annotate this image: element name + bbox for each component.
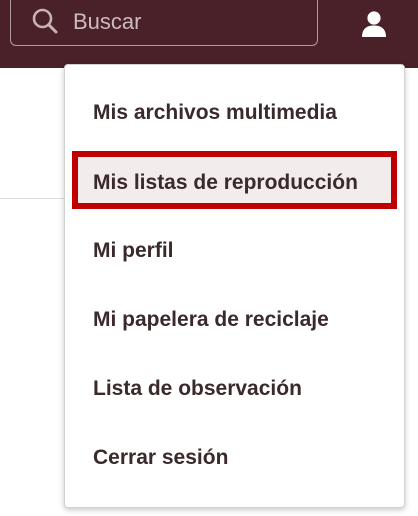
menu-item-recycle-bin[interactable]: Mi papelera de reciclaje (93, 300, 329, 340)
search-box[interactable] (10, 0, 318, 46)
menu-item-my-profile[interactable]: Mi perfil (93, 231, 174, 271)
user-icon[interactable] (361, 10, 387, 38)
content-divider (0, 198, 66, 199)
menu-item-watchlist[interactable]: Lista de observación (93, 369, 302, 409)
menu-item-my-playlists[interactable]: Mis listas de reproducción (93, 163, 358, 203)
user-menu-button[interactable] (356, 4, 392, 44)
top-navigation-bar (0, 0, 418, 68)
menu-item-sign-out[interactable]: Cerrar sesión (93, 438, 228, 478)
menu-item-my-media[interactable]: Mis archivos multimedia (93, 93, 337, 133)
user-dropdown-menu: Mis archivos multimedia Mis listas de re… (64, 64, 405, 508)
search-input[interactable] (73, 6, 303, 38)
search-icon[interactable] (31, 7, 59, 35)
